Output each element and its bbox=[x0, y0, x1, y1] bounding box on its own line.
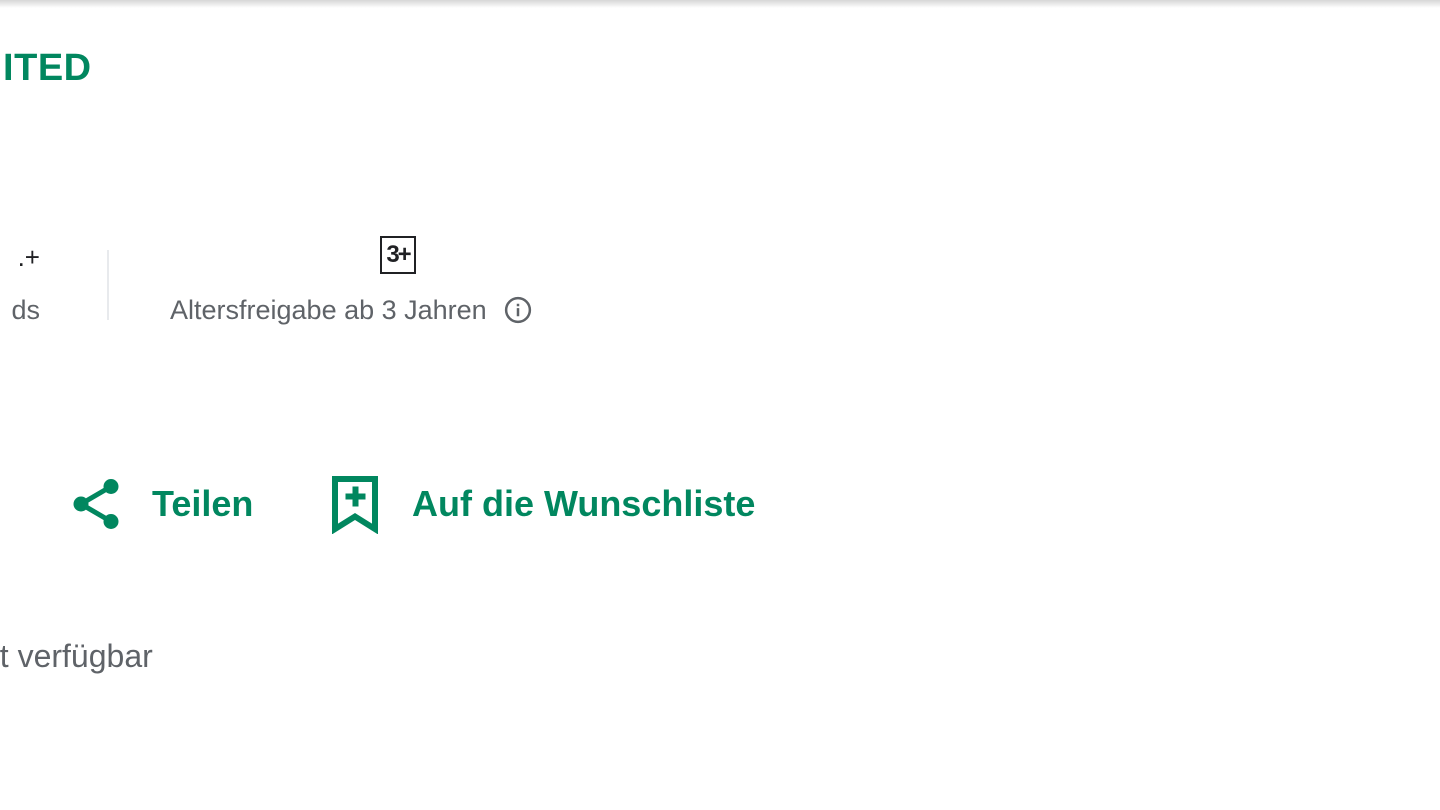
wishlist-label: Auf die Wunschliste bbox=[412, 483, 756, 524]
header-shadow bbox=[0, 0, 1440, 8]
app-details-page: IITED .+ ds 3+ Altersfreigabe ab 3 Jahre… bbox=[0, 0, 1440, 810]
stat-divider bbox=[107, 250, 109, 320]
bookmark-add-icon bbox=[332, 476, 378, 534]
content-rating-badge-row: 3+ bbox=[170, 236, 626, 278]
info-icon[interactable] bbox=[503, 295, 533, 325]
share-icon bbox=[73, 479, 119, 529]
content-rating-label-row: Altersfreigabe ab 3 Jahren bbox=[170, 292, 626, 328]
downloads-value: .+ bbox=[17, 242, 40, 272]
share-label: Teilen bbox=[152, 483, 254, 524]
availability-text: ät verfügbar bbox=[0, 638, 153, 674]
content-rating-label: Altersfreigabe ab 3 Jahren bbox=[170, 295, 487, 325]
downloads-stat: .+ ds bbox=[11, 240, 40, 328]
downloads-label: ds bbox=[11, 295, 40, 325]
add-to-wishlist-button[interactable]: Auf die Wunschliste bbox=[330, 474, 755, 534]
content-rating-stat: 3+ Altersfreigabe ab 3 Jahren bbox=[170, 236, 626, 328]
content-rating-badge: 3+ bbox=[380, 236, 416, 274]
share-button[interactable]: Teilen bbox=[66, 474, 253, 534]
developer-link[interactable]: IITED bbox=[0, 44, 92, 92]
